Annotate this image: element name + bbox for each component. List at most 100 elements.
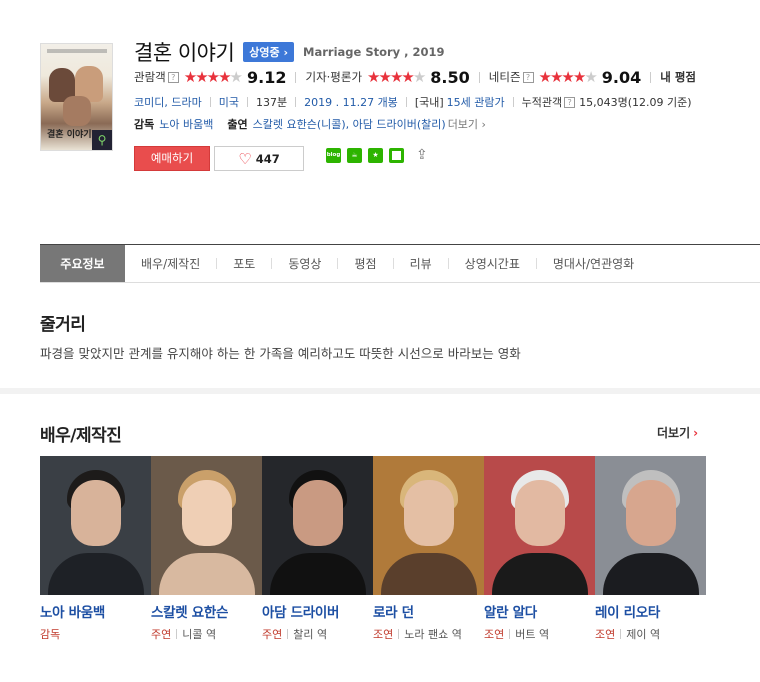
tab-videos[interactable]: 동영상 [272, 245, 337, 282]
person-name[interactable]: 아담 드라이버 [262, 601, 373, 621]
cast-card[interactable]: 로라 던 조연 노라 팬쇼 역 [373, 456, 484, 644]
audience-label: 누적관객 [521, 96, 563, 109]
zoom-icon[interactable]: ⚲ [92, 130, 112, 150]
divider [405, 97, 407, 107]
person-photo[interactable] [40, 456, 151, 595]
runtime: 137분 [255, 96, 288, 109]
bookmark-star-icon[interactable]: ★ [368, 147, 383, 163]
cast-section-title: 배우/제작진 [40, 426, 122, 446]
original-title: Marriage Story , 2019 [303, 45, 445, 59]
movie-title: 결혼 이야기 [134, 41, 235, 65]
cast-card[interactable]: 노아 바움백 감독 [40, 456, 151, 644]
poster-title: 결혼 이야기 [47, 130, 92, 140]
movie-poster[interactable]: 결혼 이야기 ⚲ [40, 43, 113, 151]
credits-row: 감독 노아 바움백 출연 스칼렛 요한슨(니콜), 아담 드라이버(찰리) 더보… [134, 116, 486, 132]
cast-card[interactable]: 스칼렛 요한슨 주연 니콜 역 [151, 456, 262, 644]
action-row: 예매하기 ♡ 447 [134, 146, 304, 171]
director-link[interactable]: 노아 바움백 [159, 116, 213, 132]
person-name[interactable]: 로라 던 [373, 601, 484, 621]
export-share-icon[interactable]: ⇪ [416, 147, 434, 163]
tab-reviews[interactable]: 리뷰 [394, 245, 448, 282]
netizen-rating: 네티즌 ? ★★★★★ 9.04 [489, 68, 641, 87]
divider [650, 71, 652, 83]
person-role: 조연 제이 역 [595, 628, 661, 641]
rating-label: 기자·평론가 [305, 70, 363, 84]
rating-label: 관람객 [134, 70, 166, 84]
tab-quotes-related[interactable]: 명대사/연관영화 [537, 245, 650, 282]
heart-icon: ♡ [238, 149, 252, 168]
blog-share-icon[interactable]: blog [326, 147, 341, 163]
like-button[interactable]: ♡ 447 [214, 146, 304, 171]
audience-count: 15,043명(12.09 기준) [579, 96, 692, 109]
divider [478, 71, 480, 83]
cast-links[interactable]: 스칼렛 요한슨(니콜), 아담 드라이버(찰리) [253, 116, 446, 132]
tab-cast-crew[interactable]: 배우/제작진 [125, 245, 216, 282]
cast-more-link[interactable]: 더보기 › [657, 424, 698, 441]
release-date-link[interactable]: 2019 . 11.27 개봉 [304, 94, 398, 110]
movie-tabs: 주요정보 배우/제작진 포토 동영상 평점 리뷰 상영시간표 명대사/연관영화 [40, 244, 760, 283]
age-rating-link[interactable]: 15세 관람가 [447, 94, 505, 110]
person-role: 조연 노라 팬쇼 역 [373, 628, 462, 641]
title-row: 결혼 이야기 상영중 › Marriage Story , 2019 [134, 38, 445, 66]
book-ticket-button[interactable]: 예매하기 [134, 146, 210, 171]
tab-showtimes[interactable]: 상영시간표 [449, 245, 536, 282]
person-role: 조연 버트 역 [484, 628, 550, 641]
help-icon[interactable]: ? [522, 71, 534, 83]
person-photo[interactable] [262, 456, 373, 595]
genre-link[interactable]: 코미디, 드라마 [134, 94, 202, 110]
person-photo[interactable] [484, 456, 595, 595]
critic-rating: 기자·평론가 ★★★★★ 8.50 [305, 68, 469, 87]
audience-rating: 관람객 ? ★★★★★ 9.12 [134, 68, 286, 87]
person-photo[interactable] [595, 456, 706, 595]
credits-more-link[interactable]: 더보기 › [448, 116, 486, 132]
person-name[interactable]: 노아 바움백 [40, 601, 151, 621]
section-divider [0, 388, 760, 394]
cafe-share-icon[interactable]: ☕ [347, 147, 362, 163]
person-photo[interactable] [151, 456, 262, 595]
director-label: 감독 [134, 118, 155, 131]
person-photo[interactable] [373, 456, 484, 595]
movie-info-row: 코미디, 드라마 미국 137분 2019 . 11.27 개봉 [국내] 15… [134, 94, 692, 110]
star-rating: ★★★★★ [538, 68, 598, 86]
share-icons: blog ☕ ★ ⇪ [326, 147, 434, 163]
person-name[interactable]: 스칼렛 요한슨 [151, 601, 262, 621]
rating-score: 9.12 [247, 67, 287, 87]
help-icon[interactable]: ? [167, 71, 179, 83]
rating-score: 8.50 [430, 67, 470, 87]
band-share-icon[interactable] [389, 147, 404, 163]
person-name[interactable]: 레이 리오타 [595, 601, 706, 621]
like-count: 447 [255, 151, 280, 166]
help-icon[interactable]: ? [564, 96, 576, 108]
rating-row: 관람객 ? ★★★★★ 9.12 기자·평론가 ★★★★★ 8.50 네티즌 ?… [134, 66, 696, 88]
cast-label: 출연 [227, 118, 248, 131]
star-rating: ★★★★★ [183, 68, 243, 86]
poster-figure [63, 96, 91, 126]
person-role: 주연 니콜 역 [151, 628, 217, 641]
tab-main-info[interactable]: 주요정보 [40, 245, 125, 282]
person-name[interactable]: 알란 알다 [484, 601, 595, 621]
divider [295, 71, 297, 83]
divider [512, 97, 514, 107]
person-role: 감독 [40, 628, 61, 641]
cast-card[interactable]: 알란 알다 조연 버트 역 [484, 456, 595, 644]
cast-card[interactable]: 아담 드라이버 주연 찰리 역 [262, 456, 373, 644]
synopsis-text: 파경을 맞았지만 관계를 유지해야 하는 한 가족을 예리하고도 따뜻한 시선으… [40, 346, 521, 361]
person-role: 주연 찰리 역 [262, 628, 328, 641]
tab-photos[interactable]: 포토 [217, 245, 271, 282]
synopsis-title: 줄거리 [40, 315, 86, 335]
divider [295, 97, 297, 107]
country-link[interactable]: 미국 [219, 94, 239, 110]
cast-card[interactable]: 레이 리오타 조연 제이 역 [595, 456, 706, 644]
tab-ratings[interactable]: 평점 [338, 245, 392, 282]
rating-label: 네티즌 [488, 70, 521, 84]
my-rating-link[interactable]: 내 평점 [660, 69, 696, 85]
chevron-right-icon: › [693, 426, 699, 440]
rating-score: 9.04 [601, 67, 642, 87]
divider [209, 97, 211, 107]
status-badge[interactable]: 상영중 › [243, 42, 295, 62]
cast-list: 노아 바움백 감독 스칼렛 요한슨 주연 니콜 역 아담 드라이버 주연 찰리 역 … [40, 456, 706, 644]
rating-region: [국내] [414, 96, 444, 109]
star-rating: ★★★★★ [367, 68, 426, 86]
poster-credits-strip [47, 49, 107, 53]
divider [246, 97, 248, 107]
